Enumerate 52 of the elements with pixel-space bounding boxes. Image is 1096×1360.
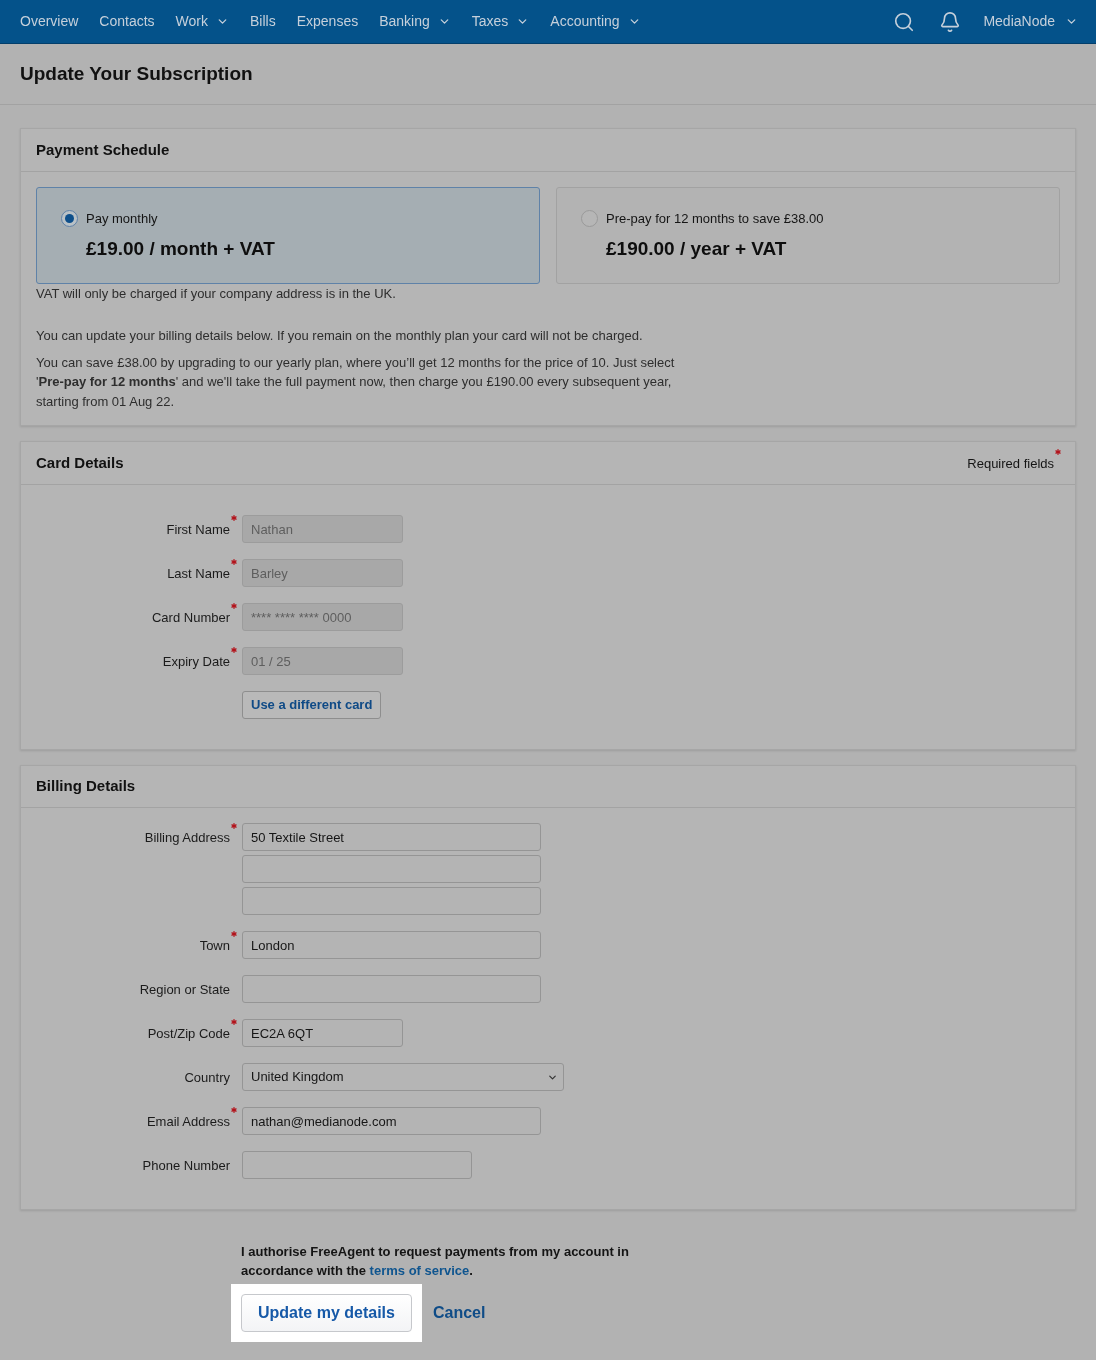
plan-option[interactable]: Pre-pay for 12 months to save £38.00 £190.00 / year + VAT <box>556 187 1060 284</box>
input-field[interactable] <box>242 1151 472 1179</box>
authorisation-text: I authorise FreeAgent to request payments from my account in accordance with the terms of service. <box>241 1243 630 1280</box>
nav-item[interactable]: Bills <box>250 11 276 32</box>
field-label: First Name <box>166 522 230 537</box>
radio-button[interactable] <box>581 210 598 228</box>
field-label: Email Address <box>146 1114 230 1129</box>
field-label: Region or State <box>139 982 230 997</box>
input-field[interactable]: EC2A 6QT <box>242 1019 403 1047</box>
plan-label: Pre-pay for 12 months to save £38.00 <box>606 210 824 228</box>
bell-icon[interactable] <box>939 10 962 33</box>
card-title: Card Details <box>36 452 124 473</box>
search-icon[interactable] <box>893 10 916 33</box>
use-different-card-button[interactable]: Use a different card <box>242 691 382 719</box>
field-label: Town <box>199 938 230 953</box>
address-line-field[interactable] <box>242 855 541 883</box>
required-fields-note: Required fields <box>967 456 1054 471</box>
radio-button[interactable] <box>61 210 78 228</box>
email-field[interactable]: nathan@medianode.com <box>242 1107 541 1135</box>
country-select[interactable]: United Kingdom <box>242 1063 564 1091</box>
nav-item[interactable]: Contacts <box>99 11 155 32</box>
field-label: Expiry Date <box>162 654 230 669</box>
field-label: Card Number <box>151 610 230 625</box>
input-field[interactable]: 50 Textile Street <box>242 823 541 851</box>
plan-option[interactable]: Pay monthly £19.00 / month + VAT <box>36 187 540 284</box>
field-label: Billing Address <box>144 830 230 845</box>
nav-item[interactable]: Work <box>175 11 230 32</box>
field-label: Phone Number <box>142 1158 230 1173</box>
info-paragraph: You can update your billing details below. If you remain on the monthly plan your card will not be charged. <box>36 327 644 345</box>
asterisk-icon <box>1055 449 1061 455</box>
nav-item[interactable]: Accounting <box>550 11 641 32</box>
page-title: Update Your Subscription <box>20 61 253 86</box>
plan-price: £19.00 / month + VAT <box>86 236 276 261</box>
nav-item[interactable]: Banking <box>379 11 451 32</box>
nav-item[interactable]: Expenses <box>296 11 359 32</box>
field-label: Country <box>184 1070 230 1085</box>
info-paragraph: You can save £38.00 by upgrading to our yearly plan, where you’ll get 12 months for the price of 10. Just select 'Pre-pay for 12 months' and we'll take the full payment now, then charge you £190.00 every subsequent year, starting from 01 Aug 22. <box>36 353 676 411</box>
card-title: Billing Details <box>36 776 136 797</box>
update-button[interactable]: Update my details <box>241 1294 412 1332</box>
input-field[interactable] <box>242 975 541 1003</box>
cancel-link[interactable]: Cancel <box>432 1301 486 1325</box>
field-label: Last Name <box>167 566 230 581</box>
input-field[interactable]: London <box>242 931 541 959</box>
address-line-field[interactable] <box>242 887 541 915</box>
plan-price: £190.00 / year + VAT <box>606 236 788 261</box>
card-title: Payment Schedule <box>36 139 170 160</box>
nav-item[interactable]: Taxes <box>471 11 530 32</box>
field-label: Post/Zip Code <box>147 1026 230 1041</box>
vat-note: VAT will only be charged if your company address is in the UK. <box>36 285 397 303</box>
nav-item[interactable]: Overview <box>20 11 79 32</box>
plan-label: Pay monthly <box>86 210 158 228</box>
account-menu[interactable]: MediaNode <box>983 11 1078 32</box>
